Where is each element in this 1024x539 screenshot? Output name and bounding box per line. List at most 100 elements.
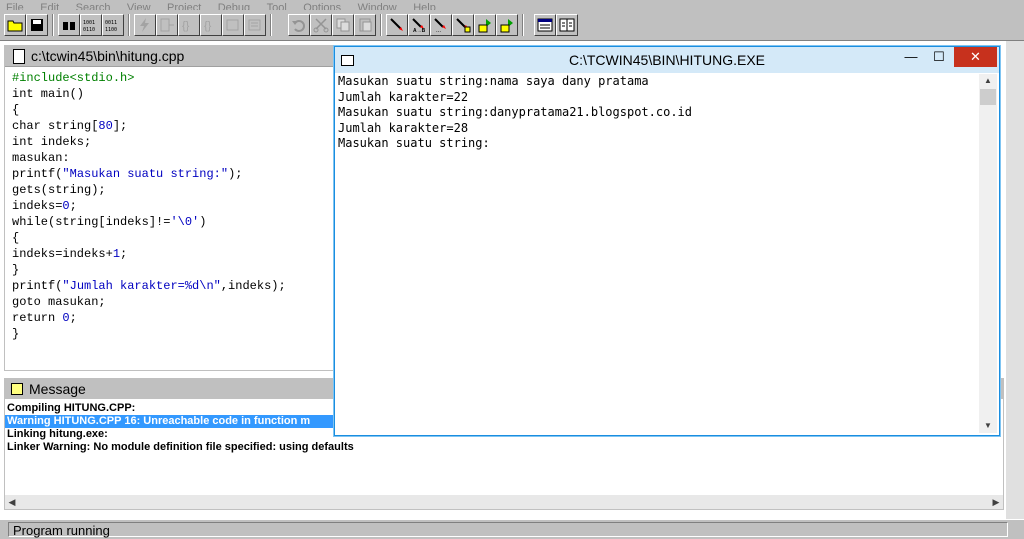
code-line: goto masukan;: [12, 295, 106, 309]
editor-title-bar[interactable]: c:\tcwin45\bin\hitung.cpp: [5, 46, 337, 67]
console-vertical-scrollbar[interactable]: ▲ ▼: [979, 74, 997, 433]
inspect-icon: [248, 19, 261, 31]
message-line-selected[interactable]: Warning HITUNG.CPP 16: Unreachable code …: [5, 415, 337, 428]
code-text: );: [228, 167, 243, 181]
editor-window[interactable]: c:\tcwin45\bin\hitung.cpp #include<stdio…: [4, 45, 338, 371]
svg-text:1001: 1001: [83, 20, 95, 26]
code-line: return 0;: [12, 310, 337, 326]
scroll-down-icon[interactable]: ▼: [979, 419, 997, 433]
console-line: Masukan suatu string:: [338, 136, 490, 150]
status-bar: Program running: [0, 519, 1024, 539]
window-list-icon: [537, 18, 553, 32]
scroll-right-icon[interactable]: ▶: [989, 495, 1003, 509]
menu-file[interactable]: File: [6, 3, 24, 11]
code-text: ,indeks);: [220, 279, 286, 293]
message-window-button[interactable]: [534, 14, 556, 36]
project-target-button[interactable]: [496, 14, 518, 36]
toolbar-separator: [270, 14, 272, 36]
build-all-button[interactable]: [452, 14, 474, 36]
evaluate-button[interactable]: [222, 14, 244, 36]
scissors-icon: [313, 18, 329, 33]
menu-tool[interactable]: Tool: [267, 3, 287, 11]
menu-debug[interactable]: Debug: [218, 3, 250, 11]
pen-build-all-icon: [456, 18, 471, 33]
open-file-button[interactable]: [4, 14, 26, 36]
scroll-left-icon[interactable]: ◀: [5, 495, 19, 509]
pen-build-icon: ...: [434, 18, 446, 33]
step-into-icon: [160, 18, 174, 32]
code-text: printf(: [12, 279, 63, 293]
search-again-button[interactable]: 1001 0110: [80, 14, 102, 36]
code-line: printf("Jumlah karakter=%d\n",indeks);: [12, 278, 337, 294]
open-folder-icon: [7, 20, 23, 32]
scroll-up-icon[interactable]: ▲: [979, 74, 997, 88]
code-char: '\0': [170, 215, 200, 229]
project-target-icon: [500, 19, 513, 33]
minimize-button[interactable]: —: [898, 47, 924, 67]
code-text: ];: [112, 119, 128, 133]
code-area[interactable]: #include<stdio.h> int main(){char string[…: [5, 67, 337, 342]
tile-window-button[interactable]: [556, 14, 578, 36]
tile-windows-icon: [559, 18, 575, 32]
pen-make-icon: A→B: [412, 18, 426, 33]
make-button[interactable]: A→B: [408, 14, 430, 36]
svg-text:0110: 0110: [83, 27, 95, 33]
replace-button[interactable]: 0011 1100: [102, 14, 124, 36]
code-text: ;: [69, 199, 77, 213]
svg-text:0011: 0011: [105, 20, 117, 26]
project-arrow-icon: [478, 19, 491, 33]
console-line: Jumlah karakter=28: [338, 120, 469, 135]
undo-button[interactable]: [288, 14, 310, 36]
console-line: Masukan suatu string:nama saya dany prat…: [338, 74, 649, 88]
menu-project[interactable]: Project: [167, 3, 201, 11]
code-line: int indeks;: [12, 135, 92, 149]
code-text: ;: [69, 311, 77, 325]
menu-view[interactable]: View: [127, 3, 151, 11]
build-button[interactable]: ...: [430, 14, 452, 36]
menu-edit[interactable]: Edit: [40, 3, 59, 11]
console-title-bar[interactable]: C:\TCWIN45\BIN\HITUNG.EXE — ☐ ✕: [335, 47, 999, 73]
trace-button[interactable]: {}: [178, 14, 200, 36]
cut-button[interactable]: [310, 14, 332, 36]
code-text: return: [12, 311, 63, 325]
document-icon: [13, 48, 25, 64]
save-file-button[interactable]: [26, 14, 48, 36]
menu-search[interactable]: Search: [76, 3, 111, 11]
inspect-button[interactable]: [244, 14, 266, 36]
search-button[interactable]: [58, 14, 80, 36]
menu-help[interactable]: Help: [413, 3, 436, 11]
code-line: gets(string);: [12, 183, 106, 197]
maximize-button[interactable]: ☐: [926, 47, 952, 67]
console-line: Jumlah karakter=22: [338, 89, 469, 104]
close-button[interactable]: ✕: [954, 47, 997, 67]
message-horizontal-scrollbar[interactable]: ◀ ▶: [5, 495, 1003, 509]
code-line: }: [12, 327, 20, 341]
project-button[interactable]: [474, 14, 496, 36]
console-output[interactable]: Masukan suatu string:nama saya dany prat…: [338, 74, 692, 152]
step-button[interactable]: [156, 14, 178, 36]
svg-text:{}: {}: [182, 20, 190, 32]
code-line: while(string[indeks]!='\0'): [12, 214, 337, 230]
paste-button[interactable]: [354, 14, 376, 36]
pen-compile-icon: [390, 18, 403, 31]
code-line: indeks=indeks+1;: [12, 246, 337, 262]
code-number: 0: [62, 199, 70, 213]
message-line[interactable]: Linker Warning: No module definition fil…: [5, 441, 1003, 454]
scroll-thumb[interactable]: [980, 89, 996, 105]
menu-options[interactable]: Options: [303, 3, 341, 11]
run-button[interactable]: [134, 14, 156, 36]
toolbar-separator: [522, 14, 524, 36]
compile-button[interactable]: [386, 14, 408, 36]
code-line: {: [12, 231, 20, 245]
console-window[interactable]: C:\TCWIN45\BIN\HITUNG.EXE — ☐ ✕ Masukan …: [334, 46, 1000, 436]
main-vertical-scrollbar[interactable]: [1006, 41, 1024, 519]
code-text: printf(: [12, 167, 63, 181]
menu-bar: File Edit Search View Project Debug Tool…: [0, 0, 1024, 10]
menu-window[interactable]: Window: [358, 3, 397, 11]
svg-text:A→B: A→B: [413, 28, 426, 33]
toolbar-separator: [52, 14, 54, 36]
copy-button[interactable]: [332, 14, 354, 36]
breakpoint-button[interactable]: {}: [200, 14, 222, 36]
braces-icon: {}: [204, 20, 212, 32]
watch-icon: [226, 19, 239, 31]
